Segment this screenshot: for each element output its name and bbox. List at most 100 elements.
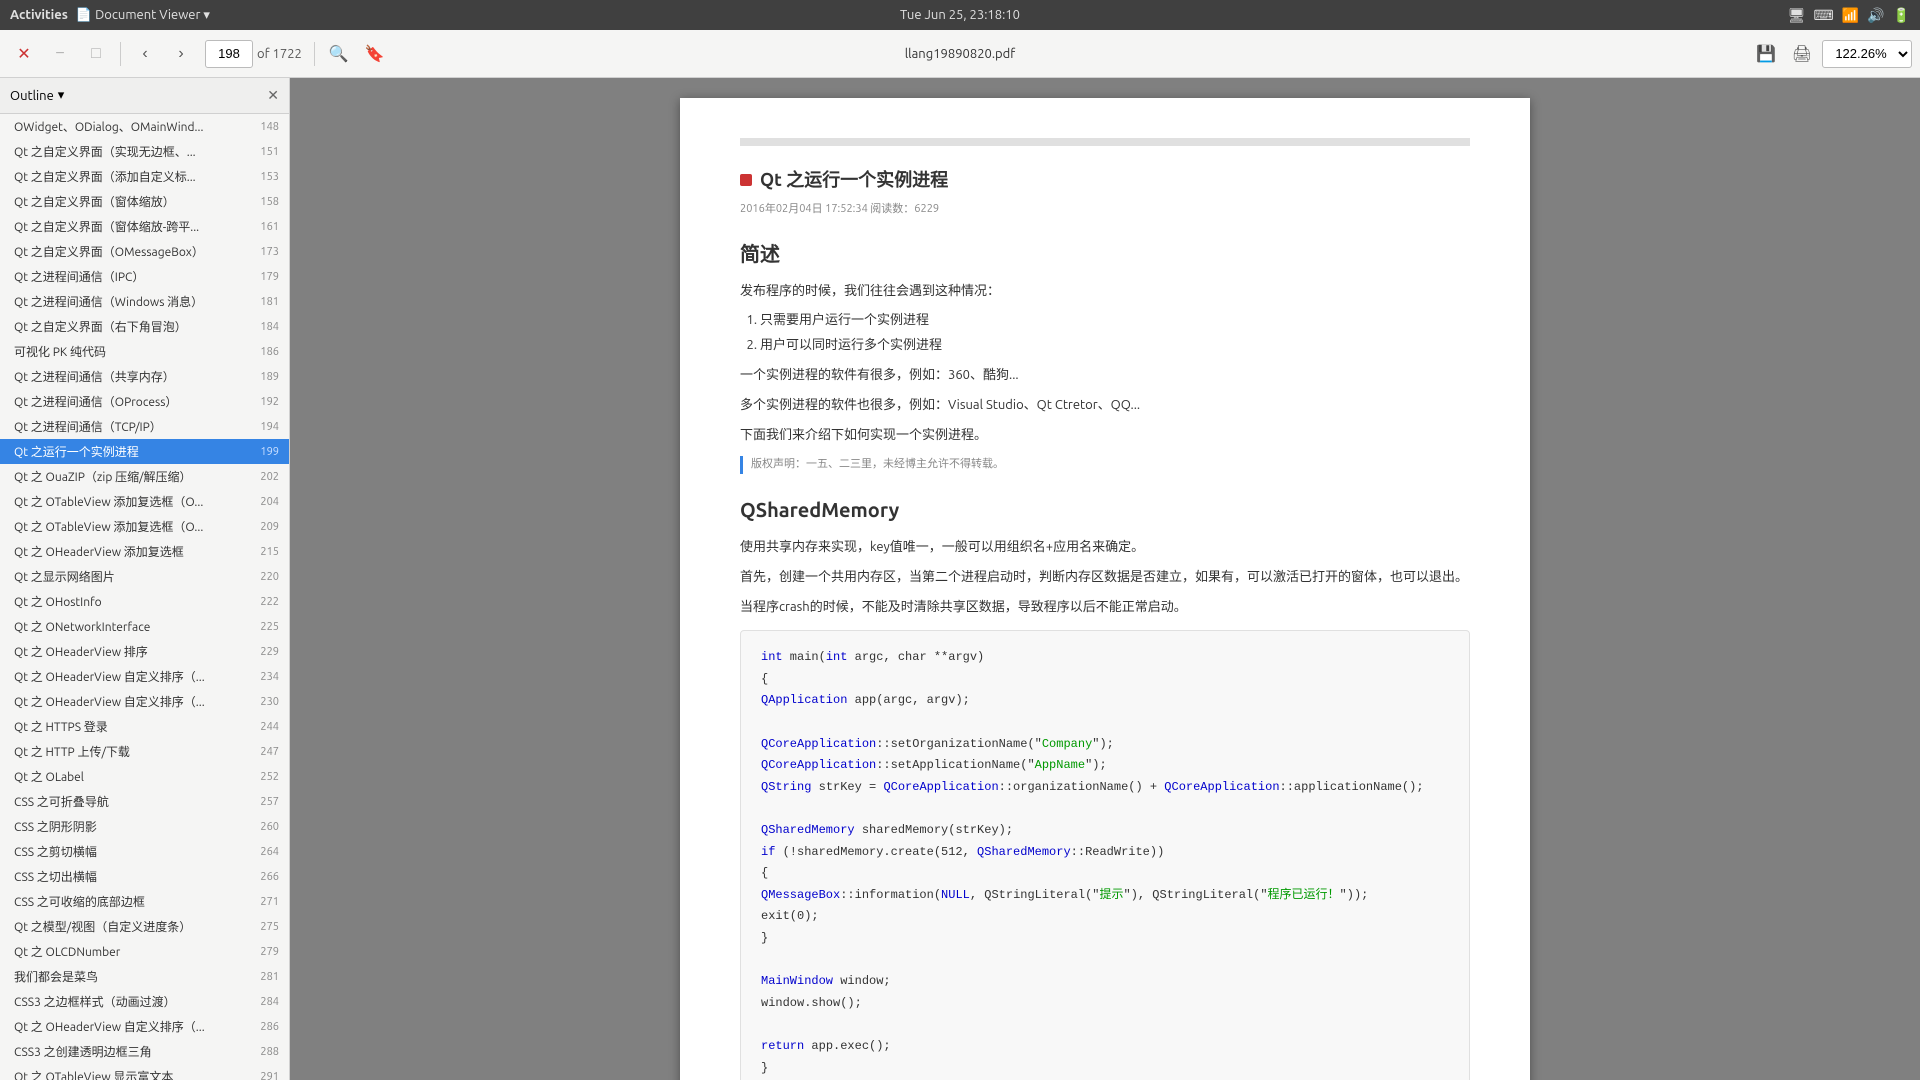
- sidebar-item-label: Qt 之 HTTPS 登录: [14, 718, 251, 735]
- code-line: QApplication app(argc, argv);: [761, 690, 1449, 712]
- sidebar-item[interactable]: Qt 之进程间通信（TCP/IP）194: [0, 414, 289, 439]
- sidebar-item[interactable]: Qt 之 OLCDNumber279: [0, 939, 289, 964]
- zoom-selector[interactable]: 122.26% 50% 75% 100% 150% 200%: [1822, 40, 1912, 68]
- top-bar: Activities 📄 Document Viewer ▾ Tue Jun 2…: [0, 0, 1920, 30]
- sidebar-item-label: Qt 之自定义界面（实现无边框、...: [14, 143, 251, 160]
- sidebar-list: OWidget、ODialog、OMainWind...148Qt 之自定义界面…: [0, 114, 289, 1080]
- sidebar-item-page: 220: [251, 571, 279, 583]
- bookmarks-button[interactable]: 🔖: [359, 38, 391, 70]
- code-line: return app.exec();: [761, 1036, 1449, 1058]
- section-intro-title: 简述: [740, 238, 1470, 270]
- article-title: Qt 之运行一个实例进程: [760, 166, 948, 195]
- sidebar-item[interactable]: Qt 之进程间通信（Windows 消息）181: [0, 289, 289, 314]
- sidebar-item-label: Qt 之 OLabel: [14, 768, 251, 785]
- minimize-button[interactable]: −: [44, 38, 76, 70]
- network-icon: 📶: [1842, 7, 1859, 24]
- sidebar-item[interactable]: Qt 之 OHeaderView 自定义排序（...286: [0, 1014, 289, 1039]
- nav-prev-button[interactable]: ‹: [129, 38, 161, 70]
- nav-next-button[interactable]: ›: [165, 38, 197, 70]
- page-number-input[interactable]: [205, 40, 253, 68]
- sidebar-item[interactable]: CSS 之切出横幅266: [0, 864, 289, 889]
- sidebar-item[interactable]: CSS 之可折叠导航257: [0, 789, 289, 814]
- sidebar-item-page: 291: [251, 1071, 279, 1080]
- sidebar-item[interactable]: CSS3 之边框样式（动画过渡）284: [0, 989, 289, 1014]
- sidebar-item-label: 可视化 PK 纯代码: [14, 343, 251, 360]
- code-line: QMessageBox::information(NULL, QStringLi…: [761, 885, 1449, 907]
- print-button[interactable]: 🖨: [1786, 38, 1818, 70]
- sidebar-item[interactable]: Qt 之自定义界面（右下角冒泡）184: [0, 314, 289, 339]
- search-button[interactable]: 🔍: [323, 38, 355, 70]
- sidebar-item[interactable]: CSS 之阴形阴影260: [0, 814, 289, 839]
- sidebar-item-label: Qt 之进程间通信（共享内存）: [14, 368, 251, 385]
- app-name-label[interactable]: Document Viewer: [95, 8, 200, 22]
- sidebar-close-button[interactable]: ✕: [267, 87, 279, 104]
- top-bar-right: 🖥 ⌨ 📶 🔊 🔋: [1788, 7, 1910, 24]
- sidebar-item-page: 148: [251, 121, 279, 133]
- sidebar-item-page: 260: [251, 821, 279, 833]
- separator-1: [120, 42, 121, 66]
- save-button[interactable]: 💾: [1750, 38, 1782, 70]
- sidebar-item[interactable]: Qt 之 OLabel252: [0, 764, 289, 789]
- intro-text-4: 下面我们来介绍下如何实现一个实例进程。: [740, 424, 1470, 446]
- sidebar-item[interactable]: Qt 之 OTableView 显示富文本291: [0, 1064, 289, 1080]
- sidebar-item-page: 173: [251, 246, 279, 258]
- app-menu-button[interactable]: 📄 Document Viewer ▾: [76, 8, 210, 23]
- power-icon: 🔋: [1893, 7, 1910, 24]
- code-block: int main(int argc, char **argv) { QAppli…: [740, 630, 1470, 1080]
- code-line: int main(int argc, char **argv): [761, 647, 1449, 669]
- sidebar-item[interactable]: Qt 之自定义界面（窗体缩放）158: [0, 189, 289, 214]
- sidebar-item[interactable]: Qt 之自定义界面（OMessageBox）173: [0, 239, 289, 264]
- sidebar-item-label: CSS 之可折叠导航: [14, 793, 251, 810]
- sidebar-item[interactable]: Qt 之 OHostInfo222: [0, 589, 289, 614]
- article-meta: 2016年02月04日 17:52:34 阅读数：6229: [740, 201, 1470, 219]
- sidebar-item-page: 215: [251, 546, 279, 558]
- sidebar-item[interactable]: Qt 之显示网络图片220: [0, 564, 289, 589]
- sidebar-item[interactable]: Qt 之模型/视图（自定义进度条）275: [0, 914, 289, 939]
- sidebar-item[interactable]: Qt 之 OHeaderView 排序229: [0, 639, 289, 664]
- top-bar-left: Activities 📄 Document Viewer ▾: [10, 8, 210, 23]
- sidebar-item[interactable]: Qt 之运行一个实例进程199: [0, 439, 289, 464]
- sidebar-item-page: 181: [251, 296, 279, 308]
- shared-text-3: 当程序crash的时候，不能及时清除共享区数据，导致程序以后不能正常启动。: [740, 596, 1470, 618]
- code-line: }: [761, 928, 1449, 950]
- content-area[interactable]: Qt 之运行一个实例进程 2016年02月04日 17:52:34 阅读数：62…: [290, 78, 1920, 1080]
- sidebar-item[interactable]: Qt 之 OHeaderView 自定义排序（...230: [0, 689, 289, 714]
- sidebar-item[interactable]: Qt 之 HTTPS 登录244: [0, 714, 289, 739]
- sidebar-item[interactable]: 我们都会是菜鸟281: [0, 964, 289, 989]
- sidebar-item[interactable]: OWidget、ODialog、OMainWind...148: [0, 114, 289, 139]
- sidebar-item[interactable]: Qt 之自定义界面（实现无边框、...151: [0, 139, 289, 164]
- sidebar-item[interactable]: Qt 之 OTableView 添加复选框（O...204: [0, 489, 289, 514]
- separator-2: [314, 42, 315, 66]
- sidebar-item-page: 281: [251, 971, 279, 983]
- sidebar-item[interactable]: Qt 之 OTableView 添加复选框（O...209: [0, 514, 289, 539]
- sidebar-item[interactable]: Qt 之 OHeaderView 自定义排序（...234: [0, 664, 289, 689]
- sidebar-item[interactable]: Qt 之 ONetworkInterface225: [0, 614, 289, 639]
- code-line: QCoreApplication::setOrganizationName("C…: [761, 734, 1449, 756]
- sidebar-item-label: CSS 之可收缩的底部边框: [14, 893, 251, 910]
- sidebar-item[interactable]: Qt 之 HTTP 上传/下载247: [0, 739, 289, 764]
- sidebar-item-label: Qt 之 OTableView 添加复选框（O...: [14, 518, 251, 535]
- sidebar-item[interactable]: Qt 之进程间通信（OProcess）192: [0, 389, 289, 414]
- activities-button[interactable]: Activities: [10, 8, 68, 22]
- sidebar-item[interactable]: Qt 之 OuaZIP（zip 压缩/解压缩）202: [0, 464, 289, 489]
- sidebar-item-page: 161: [251, 221, 279, 233]
- sidebar-item[interactable]: Qt 之 OHeaderView 添加复选框215: [0, 539, 289, 564]
- sidebar-item[interactable]: CSS3 之创建透明边框三角288: [0, 1039, 289, 1064]
- code-line: {: [761, 669, 1449, 691]
- sidebar-item-page: 244: [251, 721, 279, 733]
- sidebar-item[interactable]: Qt 之进程间通信（IPC）179: [0, 264, 289, 289]
- sidebar-item-page: 234: [251, 671, 279, 683]
- sidebar-item[interactable]: CSS 之剪切横幅264: [0, 839, 289, 864]
- sidebar-item-label: Qt 之进程间通信（OProcess）: [14, 393, 251, 410]
- maximize-button[interactable]: □: [80, 38, 112, 70]
- sidebar-item[interactable]: Qt 之进程间通信（共享内存）189: [0, 364, 289, 389]
- sidebar-item-page: 279: [251, 946, 279, 958]
- sidebar: Outline ▾ ✕ OWidget、ODialog、OMainWind...…: [0, 78, 290, 1080]
- sidebar-item[interactable]: 可视化 PK 纯代码186: [0, 339, 289, 364]
- sidebar-outline-button[interactable]: Outline ▾: [10, 88, 64, 103]
- sidebar-item[interactable]: Qt 之自定义界面（添加自定义标...153: [0, 164, 289, 189]
- close-button[interactable]: ✕: [8, 38, 40, 70]
- sidebar-item[interactable]: CSS 之可收缩的底部边框271: [0, 889, 289, 914]
- sidebar-item-label: Qt 之 OHeaderView 排序: [14, 643, 251, 660]
- sidebar-item[interactable]: Qt 之自定义界面（窗体缩放-跨平...161: [0, 214, 289, 239]
